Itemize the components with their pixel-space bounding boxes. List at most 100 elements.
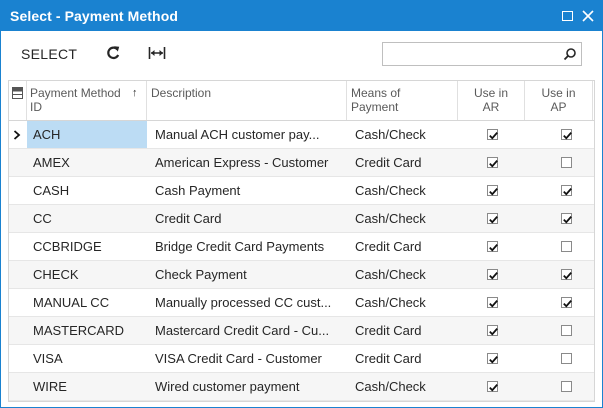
use-in-ar-cell: [458, 233, 525, 260]
means-of-payment-cell[interactable]: Credit Card: [347, 345, 458, 372]
use-in-ap-cell: [525, 373, 593, 400]
description-cell[interactable]: Bridge Credit Card Payments: [147, 233, 347, 260]
checkmark-icon: [489, 328, 498, 336]
sort-ascending-icon: ↑: [132, 87, 138, 99]
use-in-ap-checkbox[interactable]: [561, 269, 572, 280]
column-settings-cell[interactable]: [9, 81, 27, 120]
description-cell[interactable]: American Express - Customer: [147, 149, 347, 176]
payment-method-id-cell[interactable]: AMEX: [27, 149, 147, 176]
column-header-description[interactable]: Description: [147, 81, 347, 120]
payment-method-id-cell[interactable]: MASTERCARD: [27, 317, 147, 344]
checkmark-icon: [489, 216, 498, 224]
column-header-use-in-ar[interactable]: Use in AR: [458, 81, 525, 120]
use-in-ar-cell: [458, 205, 525, 232]
use-in-ar-checkbox[interactable]: [487, 213, 498, 224]
use-in-ap-checkbox[interactable]: [561, 297, 572, 308]
payment-method-id-cell[interactable]: MANUAL CC: [27, 289, 147, 316]
table-row[interactable]: CHECK Check Payment Cash/Check: [9, 261, 594, 289]
use-in-ap-checkbox[interactable]: [561, 381, 572, 392]
description-cell[interactable]: Credit Card: [147, 205, 347, 232]
column-header-use-in-ap[interactable]: Use in AP: [525, 81, 593, 120]
search-button[interactable]: [563, 47, 577, 61]
payment-method-grid: Payment Method ID ↑ Description Means of…: [8, 80, 595, 402]
refresh-button[interactable]: [105, 44, 121, 62]
means-of-payment-cell[interactable]: Credit Card: [347, 149, 458, 176]
row-marker-cell: [9, 233, 27, 260]
description-cell[interactable]: Mastercard Credit Card - Cu...: [147, 317, 347, 344]
maximize-button[interactable]: [561, 9, 575, 23]
use-in-ar-checkbox[interactable]: [487, 241, 498, 252]
payment-method-id-cell[interactable]: CC: [27, 205, 147, 232]
means-of-payment-cell[interactable]: Cash/Check: [347, 121, 458, 148]
use-in-ap-checkbox[interactable]: [561, 213, 572, 224]
description-cell[interactable]: Manual ACH customer pay...: [147, 121, 347, 148]
means-of-payment-cell[interactable]: Cash/Check: [347, 205, 458, 232]
means-of-payment-cell[interactable]: Cash/Check: [347, 373, 458, 400]
column-header-label: Description: [151, 86, 212, 100]
search-input[interactable]: [386, 45, 556, 63]
use-in-ap-checkbox[interactable]: [561, 325, 572, 336]
search-field[interactable]: [382, 42, 582, 66]
search-icon: [563, 48, 576, 61]
use-in-ap-cell: [525, 289, 593, 316]
table-row[interactable]: ACH Manual ACH customer pay... Cash/Chec…: [9, 121, 594, 149]
dialog-title: Select - Payment Method: [10, 8, 179, 24]
table-row[interactable]: MASTERCARD Mastercard Credit Card - Cu..…: [9, 317, 594, 345]
table-row[interactable]: AMEX American Express - Customer Credit …: [9, 149, 594, 177]
close-icon: [582, 10, 594, 22]
use-in-ar-cell: [458, 373, 525, 400]
means-of-payment-cell[interactable]: Credit Card: [347, 233, 458, 260]
use-in-ap-checkbox[interactable]: [561, 157, 572, 168]
use-in-ap-checkbox[interactable]: [561, 353, 572, 364]
description-cell[interactable]: Cash Payment: [147, 177, 347, 204]
use-in-ar-checkbox[interactable]: [487, 353, 498, 364]
table-row[interactable]: WIRE Wired customer payment Cash/Check: [9, 373, 594, 401]
use-in-ar-checkbox[interactable]: [487, 381, 498, 392]
row-marker-cell: [9, 149, 27, 176]
select-payment-method-dialog: Select - Payment Method SELECT Payment M…: [0, 0, 603, 408]
description-cell[interactable]: VISA Credit Card - Customer: [147, 345, 347, 372]
means-of-payment-cell[interactable]: Cash/Check: [347, 289, 458, 316]
table-row[interactable]: CC Credit Card Cash/Check: [9, 205, 594, 233]
use-in-ar-cell: [458, 289, 525, 316]
column-header-means-of-payment[interactable]: Means of Payment: [347, 81, 458, 120]
payment-method-id-cell[interactable]: CHECK: [27, 261, 147, 288]
column-header-payment-method-id[interactable]: Payment Method ID ↑: [27, 81, 147, 120]
description-cell[interactable]: Wired customer payment: [147, 373, 347, 400]
payment-method-id-cell[interactable]: ACH: [27, 121, 147, 148]
means-of-payment-cell[interactable]: Cash/Check: [347, 177, 458, 204]
fit-to-screen-button[interactable]: [148, 44, 166, 62]
use-in-ar-checkbox[interactable]: [487, 185, 498, 196]
column-header-label: Use in AR: [473, 86, 508, 114]
column-settings-icon[interactable]: [12, 87, 23, 99]
use-in-ar-checkbox[interactable]: [487, 157, 498, 168]
select-button[interactable]: SELECT: [21, 46, 77, 62]
title-bar[interactable]: Select - Payment Method: [1, 1, 602, 31]
checkmark-icon: [489, 300, 498, 308]
checkmark-icon: [489, 272, 498, 280]
close-button[interactable]: [581, 9, 595, 23]
use-in-ar-checkbox[interactable]: [487, 297, 498, 308]
means-of-payment-cell[interactable]: Credit Card: [347, 317, 458, 344]
description-cell[interactable]: Manually processed CC cust...: [147, 289, 347, 316]
use-in-ar-checkbox[interactable]: [487, 269, 498, 280]
use-in-ar-cell: [458, 261, 525, 288]
payment-method-id-cell[interactable]: WIRE: [27, 373, 147, 400]
means-of-payment-cell[interactable]: Cash/Check: [347, 261, 458, 288]
table-row[interactable]: CCBRIDGE Bridge Credit Card Payments Cre…: [9, 233, 594, 261]
column-header-label: Payment Method ID: [30, 86, 121, 114]
table-row[interactable]: VISA VISA Credit Card - Customer Credit …: [9, 345, 594, 373]
payment-method-id-cell[interactable]: CCBRIDGE: [27, 233, 147, 260]
use-in-ap-checkbox[interactable]: [561, 185, 572, 196]
description-cell[interactable]: Check Payment: [147, 261, 347, 288]
payment-method-id-cell[interactable]: CASH: [27, 177, 147, 204]
use-in-ap-checkbox[interactable]: [561, 129, 572, 140]
use-in-ar-checkbox[interactable]: [487, 129, 498, 140]
use-in-ar-checkbox[interactable]: [487, 325, 498, 336]
use-in-ap-checkbox[interactable]: [561, 241, 572, 252]
table-row[interactable]: MANUAL CC Manually processed CC cust... …: [9, 289, 594, 317]
checkmark-icon: [489, 356, 498, 364]
checkmark-icon: [489, 160, 498, 168]
payment-method-id-cell[interactable]: VISA: [27, 345, 147, 372]
table-row[interactable]: CASH Cash Payment Cash/Check: [9, 177, 594, 205]
